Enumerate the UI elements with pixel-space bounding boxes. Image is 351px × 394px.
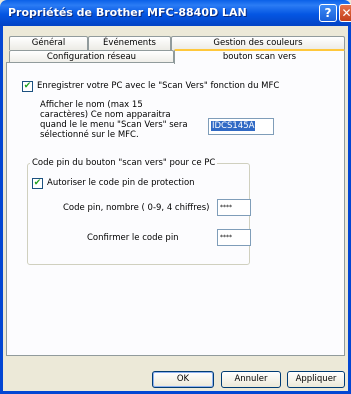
confirm-pin-input[interactable]: **** bbox=[217, 229, 251, 246]
cancel-button[interactable]: Annuler bbox=[221, 371, 281, 388]
confirm-pin-label: Confirmer le code pin bbox=[87, 233, 179, 243]
apply-button[interactable]: Appliquer bbox=[287, 371, 345, 388]
scan-name-value: IDCS145A bbox=[211, 121, 256, 131]
pin-enable-label: Autoriser le code pin de protection bbox=[47, 178, 195, 188]
tab-bouton-scan-vers[interactable]: bouton scan vers bbox=[174, 49, 345, 64]
pin-group-legend: Code pin du bouton "scan vers" pour ce P… bbox=[30, 158, 218, 168]
tab-general[interactable]: Général bbox=[9, 36, 88, 50]
register-checkbox[interactable]: ✔ bbox=[22, 81, 33, 92]
window-title: Propriétés de Brother MFC-8840D LAN bbox=[8, 6, 247, 19]
help-button[interactable]: ? bbox=[319, 4, 337, 22]
register-label: Enregistrer votre PC avec le "Scan Vers"… bbox=[37, 81, 280, 91]
pin-label: Code pin, nombre ( 0-9, 4 chiffres) bbox=[63, 203, 210, 213]
name-description: Afficher le nom (max 15 caractères) Ce n… bbox=[40, 100, 188, 140]
pin-enable-checkbox[interactable]: ✔ bbox=[32, 178, 43, 189]
tab-gestion-couleurs[interactable]: Gestion des couleurs bbox=[171, 36, 345, 50]
title-bar: Propriétés de Brother MFC-8840D LAN bbox=[0, 0, 351, 26]
ok-button[interactable]: OK bbox=[152, 371, 214, 388]
close-button[interactable]: ✕ bbox=[339, 4, 351, 22]
scan-name-input[interactable]: IDCS145A bbox=[208, 118, 274, 135]
pin-input[interactable]: **** bbox=[217, 199, 251, 216]
tab-evenements[interactable]: Événements bbox=[88, 36, 171, 50]
